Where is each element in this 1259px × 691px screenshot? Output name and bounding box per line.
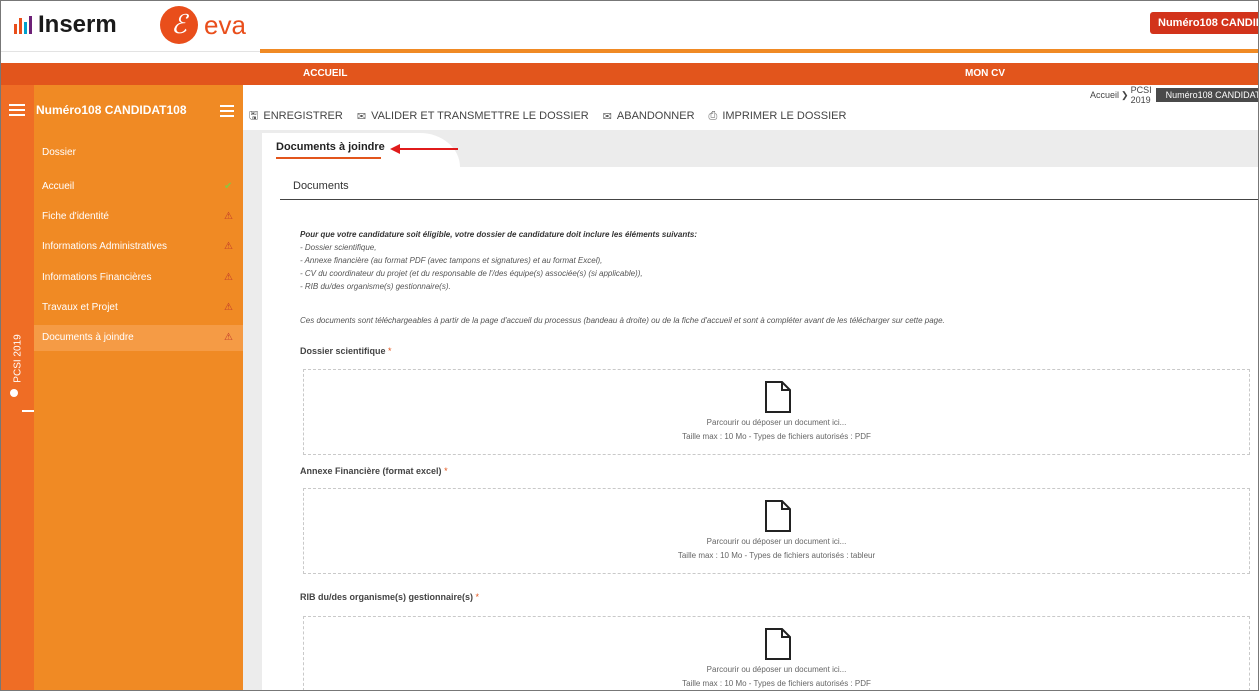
printer-icon: ⎙ bbox=[708, 109, 718, 122]
warning-icon: ⚠ bbox=[224, 241, 233, 252]
required-marker: * bbox=[444, 466, 448, 476]
dropzone-hint: Parcourir ou déposer un document ici... bbox=[706, 537, 847, 546]
tab-active-underline bbox=[276, 157, 381, 159]
nav-accueil[interactable]: ACCUEIL bbox=[303, 63, 347, 85]
save-button[interactable]: 🖫 ENREGISTRER bbox=[249, 107, 343, 126]
upload-label-rib: RIB du/des organisme(s) gestionnaire(s) … bbox=[300, 592, 479, 602]
intro-list-item: - Dossier scientifique, bbox=[300, 243, 377, 252]
app-header: Inserm ℰ eva Numéro108 CANDIDAT108 bbox=[0, 0, 1259, 52]
sidebar-item-informations-financieres[interactable]: Informations Financières ⚠ bbox=[34, 266, 243, 290]
hamburger-icon[interactable] bbox=[9, 104, 25, 116]
sidebar-user-name: Numéro108 CANDIDAT108 bbox=[36, 103, 187, 117]
check-icon: ✔ bbox=[224, 181, 233, 192]
dropzone-limits: Taille max : 10 Mo - Types de fichiers a… bbox=[682, 679, 871, 688]
sidebar-header: Numéro108 CANDIDAT108 bbox=[34, 85, 243, 135]
panel-title: Documents bbox=[293, 180, 349, 192]
arrow-left-icon bbox=[390, 144, 458, 154]
dropzone-hint: Parcourir ou déposer un document ici... bbox=[706, 665, 847, 674]
tab-documents-label: Documents à joindre bbox=[276, 141, 385, 153]
main-nav: ACCUEIL MON CV bbox=[0, 63, 1259, 85]
warning-icon: ⚠ bbox=[224, 302, 233, 313]
rail-campaign-label: PCSI 2019 bbox=[12, 334, 24, 383]
warning-icon: ⚠ bbox=[224, 272, 233, 283]
upload-label-dossier-scientifique: Dossier scientifique * bbox=[300, 346, 392, 356]
sidebar-item-label: Fiche d'identité bbox=[42, 211, 109, 222]
file-icon bbox=[765, 628, 791, 660]
warning-icon: ⚠ bbox=[224, 211, 233, 222]
intro-list-item: - Annexe financière (au format PDF (avec… bbox=[300, 256, 603, 265]
nav-mon-cv[interactable]: MON CV bbox=[965, 63, 1005, 85]
intro-list-item: - CV du coordinateur du projet (et du re… bbox=[300, 269, 643, 278]
breadcrumb-campaign[interactable]: PCSI 2019 bbox=[1131, 85, 1152, 105]
required-marker: * bbox=[388, 346, 392, 356]
required-marker: * bbox=[475, 592, 480, 602]
dropzone-limits: Taille max : 10 Mo - Types de fichiers a… bbox=[677, 551, 876, 560]
intro-text: Pour que votre candidature soit éligible… bbox=[300, 228, 697, 293]
file-icon bbox=[765, 381, 791, 413]
chevron-right-icon: ❯ bbox=[1121, 89, 1129, 100]
print-label: IMPRIMER LE DOSSIER bbox=[722, 110, 847, 122]
sidebar-item-fiche-identite[interactable]: Fiche d'identité ⚠ bbox=[34, 205, 243, 229]
dropzone-rib[interactable]: Parcourir ou déposer un document ici... … bbox=[303, 616, 1250, 691]
inserm-logo-text: Inserm bbox=[38, 11, 117, 38]
envelope-icon: ✉ bbox=[356, 110, 367, 123]
active-marker bbox=[22, 410, 34, 412]
panel-divider bbox=[280, 199, 1259, 200]
validate-submit-button[interactable]: ✉ VALIDER ET TRANSMETTRE LE DOSSIER bbox=[357, 110, 589, 123]
file-icon bbox=[765, 500, 791, 532]
header-accent-stripe bbox=[260, 49, 1259, 53]
eva-logo[interactable]: ℰ eva bbox=[160, 6, 246, 44]
abandon-label: ABANDONNER bbox=[616, 110, 695, 122]
sidebar-item-accueil[interactable]: Accueil ✔ bbox=[34, 175, 243, 199]
sidebar-item-informations-administratives[interactable]: Informations Administratives ⚠ bbox=[34, 235, 243, 259]
sidebar-item-travaux-projet[interactable]: Travaux et Projet ⚠ bbox=[34, 296, 243, 320]
dropzone-annexe-financiere[interactable]: Parcourir ou déposer un document ici... … bbox=[303, 488, 1250, 574]
abandon-button[interactable]: ✉ ABANDONNER bbox=[603, 110, 695, 123]
eva-logo-text: eva bbox=[204, 9, 246, 40]
user-menu-button[interactable]: Numéro108 CANDIDAT108 bbox=[1150, 12, 1259, 34]
sidebar-item-label: Accueil bbox=[42, 181, 75, 192]
dropzone-hint: Parcourir ou déposer un document ici... bbox=[706, 418, 847, 427]
sidebar-item-label: Documents à joindre bbox=[42, 332, 134, 343]
dropzone-dossier-scientifique[interactable]: Parcourir ou déposer un document ici... … bbox=[303, 369, 1250, 455]
upload-label-text: Dossier scientifique bbox=[300, 346, 386, 356]
sidebar-item-documents[interactable]: Documents à joindre ⚠ bbox=[34, 325, 243, 351]
inserm-logo[interactable]: Inserm bbox=[14, 10, 117, 40]
dropzone-limits: Taille max : 10 Mo - Types de fichiers a… bbox=[682, 432, 871, 441]
floppy-disk-icon: 🖫 bbox=[249, 109, 259, 122]
sidebar-section-title: Dossier bbox=[42, 147, 76, 158]
sidebar-item-label: Informations Administratives bbox=[42, 241, 168, 252]
intro-list-item: - RIB du/des organisme(s) gestionnaire(s… bbox=[300, 282, 451, 291]
sidebar-menu-icon[interactable] bbox=[220, 105, 234, 117]
upload-label-text: RIB du/des organisme(s) gestionnaire(s) bbox=[300, 592, 474, 602]
warning-icon: ⚠ bbox=[224, 332, 233, 343]
breadcrumb-home[interactable]: Accueil bbox=[1090, 90, 1119, 100]
envelope-icon: ✉ bbox=[602, 110, 612, 123]
validate-submit-label: VALIDER ET TRANSMETTRE LE DOSSIER bbox=[371, 110, 589, 122]
upload-label-text: Annexe Financière (format excel) bbox=[300, 466, 442, 476]
intro-note: Ces documents sont téléchargeables à par… bbox=[300, 316, 945, 325]
sidebar-item-label: Informations Financières bbox=[42, 272, 152, 283]
action-toolbar: 🖫 ENREGISTRER ✉ VALIDER ET TRANSMETTRE L… bbox=[249, 105, 846, 127]
sidebar-rail: PCSI 2019 bbox=[0, 85, 34, 691]
print-button[interactable]: ⎙ IMPRIMER LE DOSSIER bbox=[709, 110, 847, 123]
campaign-dot-icon bbox=[10, 389, 18, 397]
breadcrumb-current: Numéro108 CANDIDAT108 bbox=[1155, 88, 1259, 102]
sidebar: Numéro108 CANDIDAT108 Dossier Accueil ✔ … bbox=[34, 85, 243, 691]
breadcrumb: Accueil ❯ PCSI 2019 Numéro108 CANDIDAT10… bbox=[1090, 85, 1259, 105]
intro-lead: Pour que votre candidature soit éligible… bbox=[300, 230, 697, 239]
eva-logo-icon: ℰ bbox=[160, 6, 198, 44]
upload-label-annexe-financiere: Annexe Financière (format excel) * bbox=[300, 466, 448, 476]
sidebar-item-label: Travaux et Projet bbox=[42, 302, 118, 313]
inserm-logo-icon bbox=[14, 16, 32, 34]
save-button-label: ENREGISTRER bbox=[263, 110, 343, 122]
